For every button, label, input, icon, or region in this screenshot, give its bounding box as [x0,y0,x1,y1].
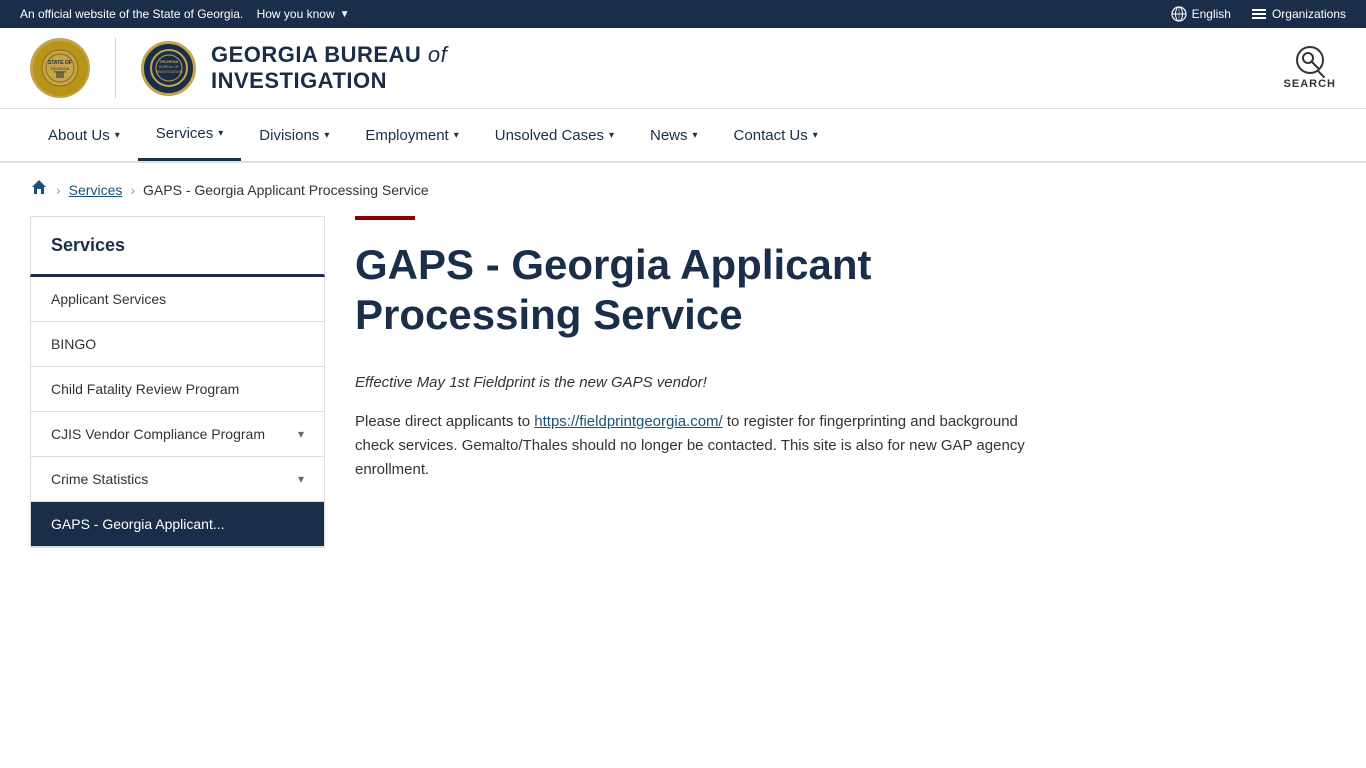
chevron-down-icon: ▾ [218,128,223,139]
notice-text: Effective May 1st Fieldprint is the new … [355,371,1055,395]
nav-item-divisions[interactable]: Divisions ▾ [241,109,347,161]
accent-line [355,216,415,220]
main-content: Services Applicant Services BINGO Child … [0,216,1366,588]
breadcrumb-current: GAPS - Georgia Applicant Processing Serv… [143,182,429,198]
sidebar-item-crime-statistics[interactable]: Crime Statistics ▾ [31,457,324,502]
main-navigation: About Us ▾ Services ▾ Divisions ▾ Employ… [0,109,1366,163]
agency-name: GEORGIA BUREAU of INVESTIGATION [211,42,447,94]
nav-list: About Us ▾ Services ▾ Divisions ▾ Employ… [30,109,1336,161]
nav-item-about[interactable]: About Us ▾ [30,109,138,161]
official-notice: An official website of the State of Geor… [20,7,350,21]
sidebar: Services Applicant Services BINGO Child … [30,216,325,548]
logo-area: STATE OF GEORGIA GEORGIA BUREAU OF INVES… [30,38,447,98]
globe-icon [1171,6,1187,22]
nav-item-employment[interactable]: Employment ▾ [347,109,476,161]
site-header: STATE OF GEORGIA GEORGIA BUREAU OF INVES… [0,28,1366,109]
page-title: GAPS - Georgia Applicant Processing Serv… [355,240,1055,341]
sidebar-item-cjis[interactable]: CJIS Vendor Compliance Program ▾ [31,412,324,457]
sidebar-menu: Applicant Services BINGO Child Fatality … [30,277,325,548]
chevron-down-icon: ▾ [298,472,304,486]
content-body: Effective May 1st Fieldprint is the new … [355,371,1055,482]
language-button[interactable]: English [1171,6,1231,22]
sidebar-item-bingo[interactable]: BINGO [31,322,324,367]
breadcrumb-separator: › [56,182,61,198]
sidebar-title: Services [30,216,325,277]
chevron-down-icon: ▾ [813,130,818,141]
state-seal: STATE OF GEORGIA [30,38,90,98]
chevron-down-icon: ▾ [609,130,614,141]
search-icon [1296,46,1324,74]
sidebar-item-applicant-services[interactable]: Applicant Services [31,277,324,322]
nav-item-services[interactable]: Services ▾ [138,109,242,161]
svg-text:BUREAU OF: BUREAU OF [158,65,178,69]
lang-org-group: English Organizations [1171,6,1346,22]
list-icon [1251,6,1267,22]
chevron-down-icon: ▼ [340,9,350,20]
agency-name-text: GEORGIA BUREAU of INVESTIGATION [211,42,447,94]
body-text: Please direct applicants to https://fiel… [355,410,1055,482]
breadcrumb-services-link[interactable]: Services [69,182,123,198]
fieldprint-link[interactable]: https://fieldprintgeorgia.com/ [534,413,722,430]
top-bar: An official website of the State of Geor… [0,0,1366,28]
chevron-down-icon: ▾ [115,130,120,141]
svg-text:GEORGIA: GEORGIA [51,66,70,71]
home-icon[interactable] [30,178,48,201]
chevron-down-icon: ▾ [298,427,304,441]
sidebar-item-gaps[interactable]: GAPS - Georgia Applicant... [31,502,324,547]
chevron-down-icon: ▾ [693,130,698,141]
breadcrumb: › Services › GAPS - Georgia Applicant Pr… [0,163,1366,216]
breadcrumb-separator: › [130,182,135,198]
nav-item-contact[interactable]: Contact Us ▾ [716,109,836,161]
page-content: GAPS - Georgia Applicant Processing Serv… [355,216,1055,548]
how-you-know-button[interactable]: How you know ▼ [257,7,350,21]
search-button[interactable]: SEARCH [1284,46,1336,90]
nav-item-news[interactable]: News ▾ [632,109,716,161]
chevron-down-icon: ▾ [324,130,329,141]
logo-divider [115,38,116,98]
chevron-down-icon: ▾ [454,130,459,141]
nav-item-unsolved-cases[interactable]: Unsolved Cases ▾ [477,109,632,161]
gbi-seal: GEORGIA BUREAU OF INVESTIGATION [141,41,196,96]
svg-text:INVESTIGATION: INVESTIGATION [155,70,182,74]
organizations-button[interactable]: Organizations [1251,6,1346,22]
sidebar-item-child-fatality[interactable]: Child Fatality Review Program [31,367,324,412]
svg-text:GEORGIA: GEORGIA [159,59,178,64]
